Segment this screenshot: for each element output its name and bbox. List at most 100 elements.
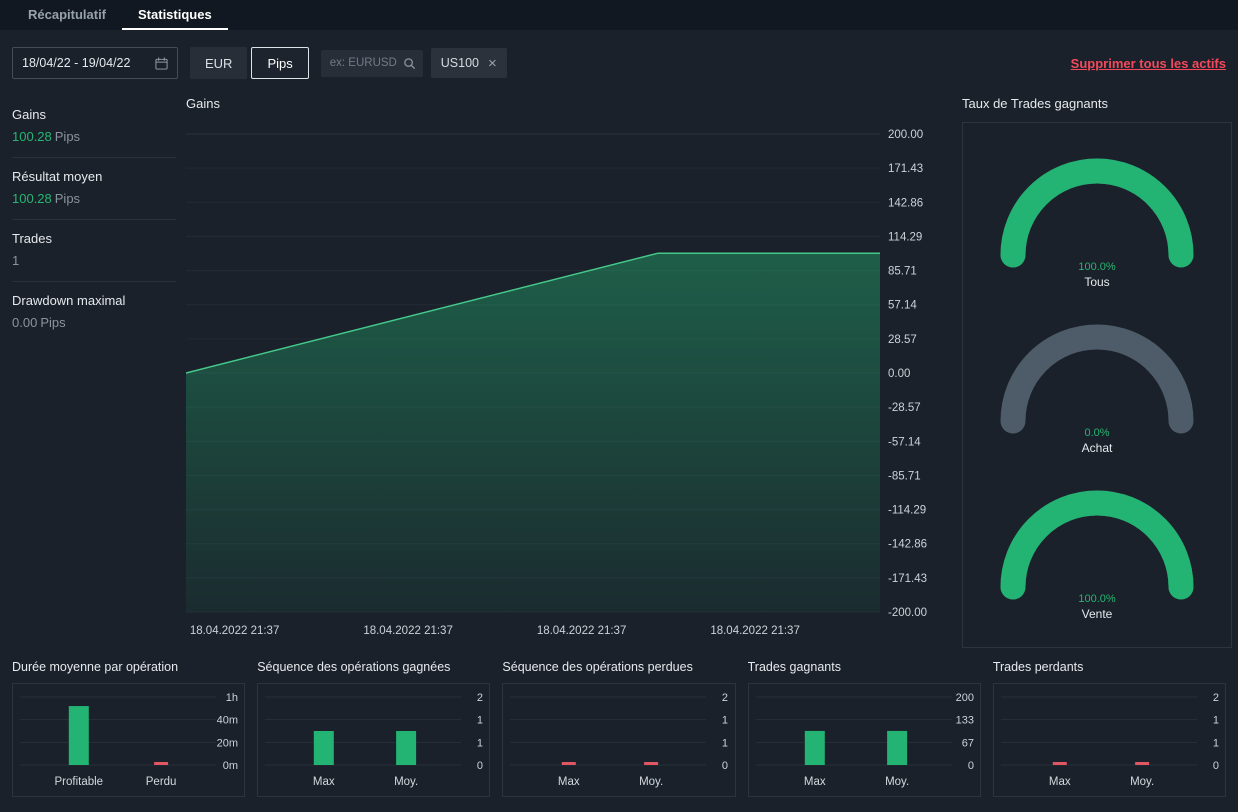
stat-resultat-moyen: Résultat moyen 100.28 Pips (12, 158, 176, 220)
zero-bar-perdu (154, 762, 169, 765)
category-label: Max (558, 776, 580, 788)
category-label: Profitable (55, 776, 104, 788)
stat-label: Gains (12, 107, 46, 122)
stat-unit: Pips (40, 315, 66, 330)
tab-statistiques[interactable]: Statistiques (122, 0, 228, 30)
date-range-picker[interactable]: 18/04/22 - 19/04/22 (12, 47, 178, 79)
gauge-value: 0.0% (1084, 427, 1110, 439)
y-tick-label: 200 (955, 692, 973, 704)
y-tick-label: -200.00 (888, 607, 927, 619)
category-label: Moy. (885, 776, 909, 788)
mini-chart-box: 2 1 1 0 Max Moy. (502, 683, 736, 797)
stat-number: 0.00 (12, 315, 38, 330)
y-tick-label: 67 (961, 737, 973, 749)
mini-chart-box: 2 1 1 0 Max Moy. (992, 683, 1227, 797)
win-streak-bar-chart: 2 1 1 0 Max Moy. (265, 692, 483, 788)
y-tick-label: 0 (477, 760, 483, 772)
filters-toolbar: 18/04/22 - 19/04/22 EUR Pips US100 × Sup… (12, 46, 1226, 80)
stat-unit: Pips (54, 191, 81, 206)
delete-all-assets-link[interactable]: Supprimer tous les actifs (1071, 56, 1226, 71)
mini-chart-box: 200 133 67 0 Max Moy. (747, 683, 981, 797)
y-tick-label: 1 (477, 737, 483, 749)
gains-area-fill (186, 253, 880, 612)
stat-label: Résultat moyen (12, 169, 103, 184)
y-tick-label: 1 (722, 715, 728, 727)
stat-value: 100.28 Pips (12, 191, 176, 206)
stat-label: Trades (12, 231, 52, 246)
currency-eur-button[interactable]: EUR (190, 47, 248, 79)
search-icon (403, 57, 415, 69)
zero-bar-max (1052, 762, 1067, 765)
zero-bar-moy (1134, 762, 1149, 765)
win-rate-panel: 100.0% Tous 0.0% Achat 100.0% Vente (962, 122, 1232, 648)
gauge-label: Vente (1081, 607, 1113, 621)
y-tick-label: 28.57 (888, 334, 917, 346)
mini-chart-title: Séquence des opérations gagnées (257, 660, 451, 674)
mini-chart-sequence-gagnees: Séquence des opérations gagnées 2 1 1 0 Max M… (257, 660, 491, 797)
symbol-search-input[interactable] (327, 56, 403, 70)
mini-chart-title: Trades gagnants (747, 660, 841, 674)
tab-recapitulatif[interactable]: Récapitulatif (12, 0, 122, 30)
gains-area-chart: 200.00 171.43 142.86 114.29 85.71 57.14 28.57 0… (185, 129, 927, 637)
y-tick-label: 0 (1213, 760, 1219, 772)
stat-number: 100.28 (12, 191, 52, 206)
asset-chip-us100[interactable]: US100 × (430, 48, 507, 78)
y-tick-label: 40m (217, 715, 238, 727)
mini-chart-sequence-perdues: Séquence des opérations perdues 2 1 1 0 Max M… (502, 660, 736, 797)
mini-chart-duree-moyenne: Durée moyenne par opération 1h 40m 20m 0m Pr… (12, 660, 246, 797)
category-label: Max (313, 776, 335, 788)
chip-remove-icon[interactable]: × (488, 56, 497, 71)
category-label: Max (804, 776, 826, 788)
y-tick-label: 2 (722, 692, 728, 704)
x-tick-label: 18.04.2022 21:37 (537, 625, 627, 637)
gauge-fill (1000, 490, 1194, 600)
unit-pips-button[interactable]: Pips (251, 47, 309, 79)
gains-chart-title: Gains (186, 96, 220, 111)
bar-max (804, 730, 825, 765)
gauge-value: 100.0% (1078, 261, 1116, 273)
y-tick-label: 0 (722, 760, 728, 772)
y-tick-label: 200.00 (888, 129, 923, 141)
bar-moy (886, 730, 907, 765)
stat-label: Drawdown maximal (12, 293, 126, 308)
y-tick-label: 2 (477, 692, 483, 704)
duration-bar-chart: 1h 40m 20m 0m Profitable Perdu (20, 692, 238, 788)
mini-charts-row: Durée moyenne par opération 1h 40m 20m 0m Pr… (12, 660, 1227, 797)
zero-bar-max (562, 762, 577, 765)
x-tick-label: 18.04.2022 21:37 (190, 625, 280, 637)
win-rate-title: Taux de Trades gagnants (962, 96, 1108, 111)
gauge-label: Achat (1081, 441, 1113, 455)
mini-chart-title: Séquence des opérations perdues (502, 660, 693, 674)
y-tick-label: 1 (1213, 715, 1219, 727)
gauge-value: 100.0% (1078, 593, 1116, 605)
stat-unit: Pips (54, 129, 81, 144)
gauge-tous: 100.0% Tous (987, 149, 1207, 289)
mini-chart-trades-perdants: Trades perdants 2 1 1 0 Max Moy. (992, 660, 1227, 797)
gauge-arc-vente (1000, 490, 1194, 600)
mini-chart-title: Durée moyenne par opération (12, 660, 179, 674)
y-tick-label: 1 (477, 715, 483, 727)
y-tick-label: 114.29 (888, 231, 922, 243)
y-tick-label: 1 (1213, 737, 1219, 749)
trading-statistics-page: Récapitulatif Statistiques 18/04/22 - 19… (0, 0, 1238, 812)
stat-gains: Gains 100.28 Pips (12, 96, 176, 158)
losing-trades-bar-chart: 2 1 1 0 Max Moy. (1000, 692, 1219, 788)
bar-max (314, 731, 335, 765)
stat-drawdown-maximal: Drawdown maximal 0.00 Pips (12, 282, 176, 343)
y-tick-label: 0 (967, 760, 973, 772)
mini-chart-box: 1h 40m 20m 0m Profitable Perdu (12, 683, 246, 797)
symbol-search[interactable] (320, 49, 423, 77)
gauge-arc-tous (1000, 158, 1194, 268)
loss-streak-bar-chart: 2 1 1 0 Max Moy. (510, 692, 728, 788)
y-tick-label: -114.29 (888, 505, 926, 517)
y-tick-label: 171.43 (888, 163, 923, 175)
y-tick-label: 133 (955, 715, 973, 727)
mini-chart-trades-gagnants: Trades gagnants 200 133 67 0 Max Moy. (747, 660, 981, 797)
y-tick-label: -28.57 (888, 402, 921, 414)
gauge-vente: 100.0% Vente (987, 481, 1207, 621)
mini-chart-title: Trades perdants (992, 660, 1084, 674)
stat-value: 100.28 Pips (12, 129, 176, 144)
category-label: Perdu (146, 776, 177, 788)
category-label: Moy. (1130, 776, 1154, 788)
y-tick-label: 2 (1213, 692, 1219, 704)
